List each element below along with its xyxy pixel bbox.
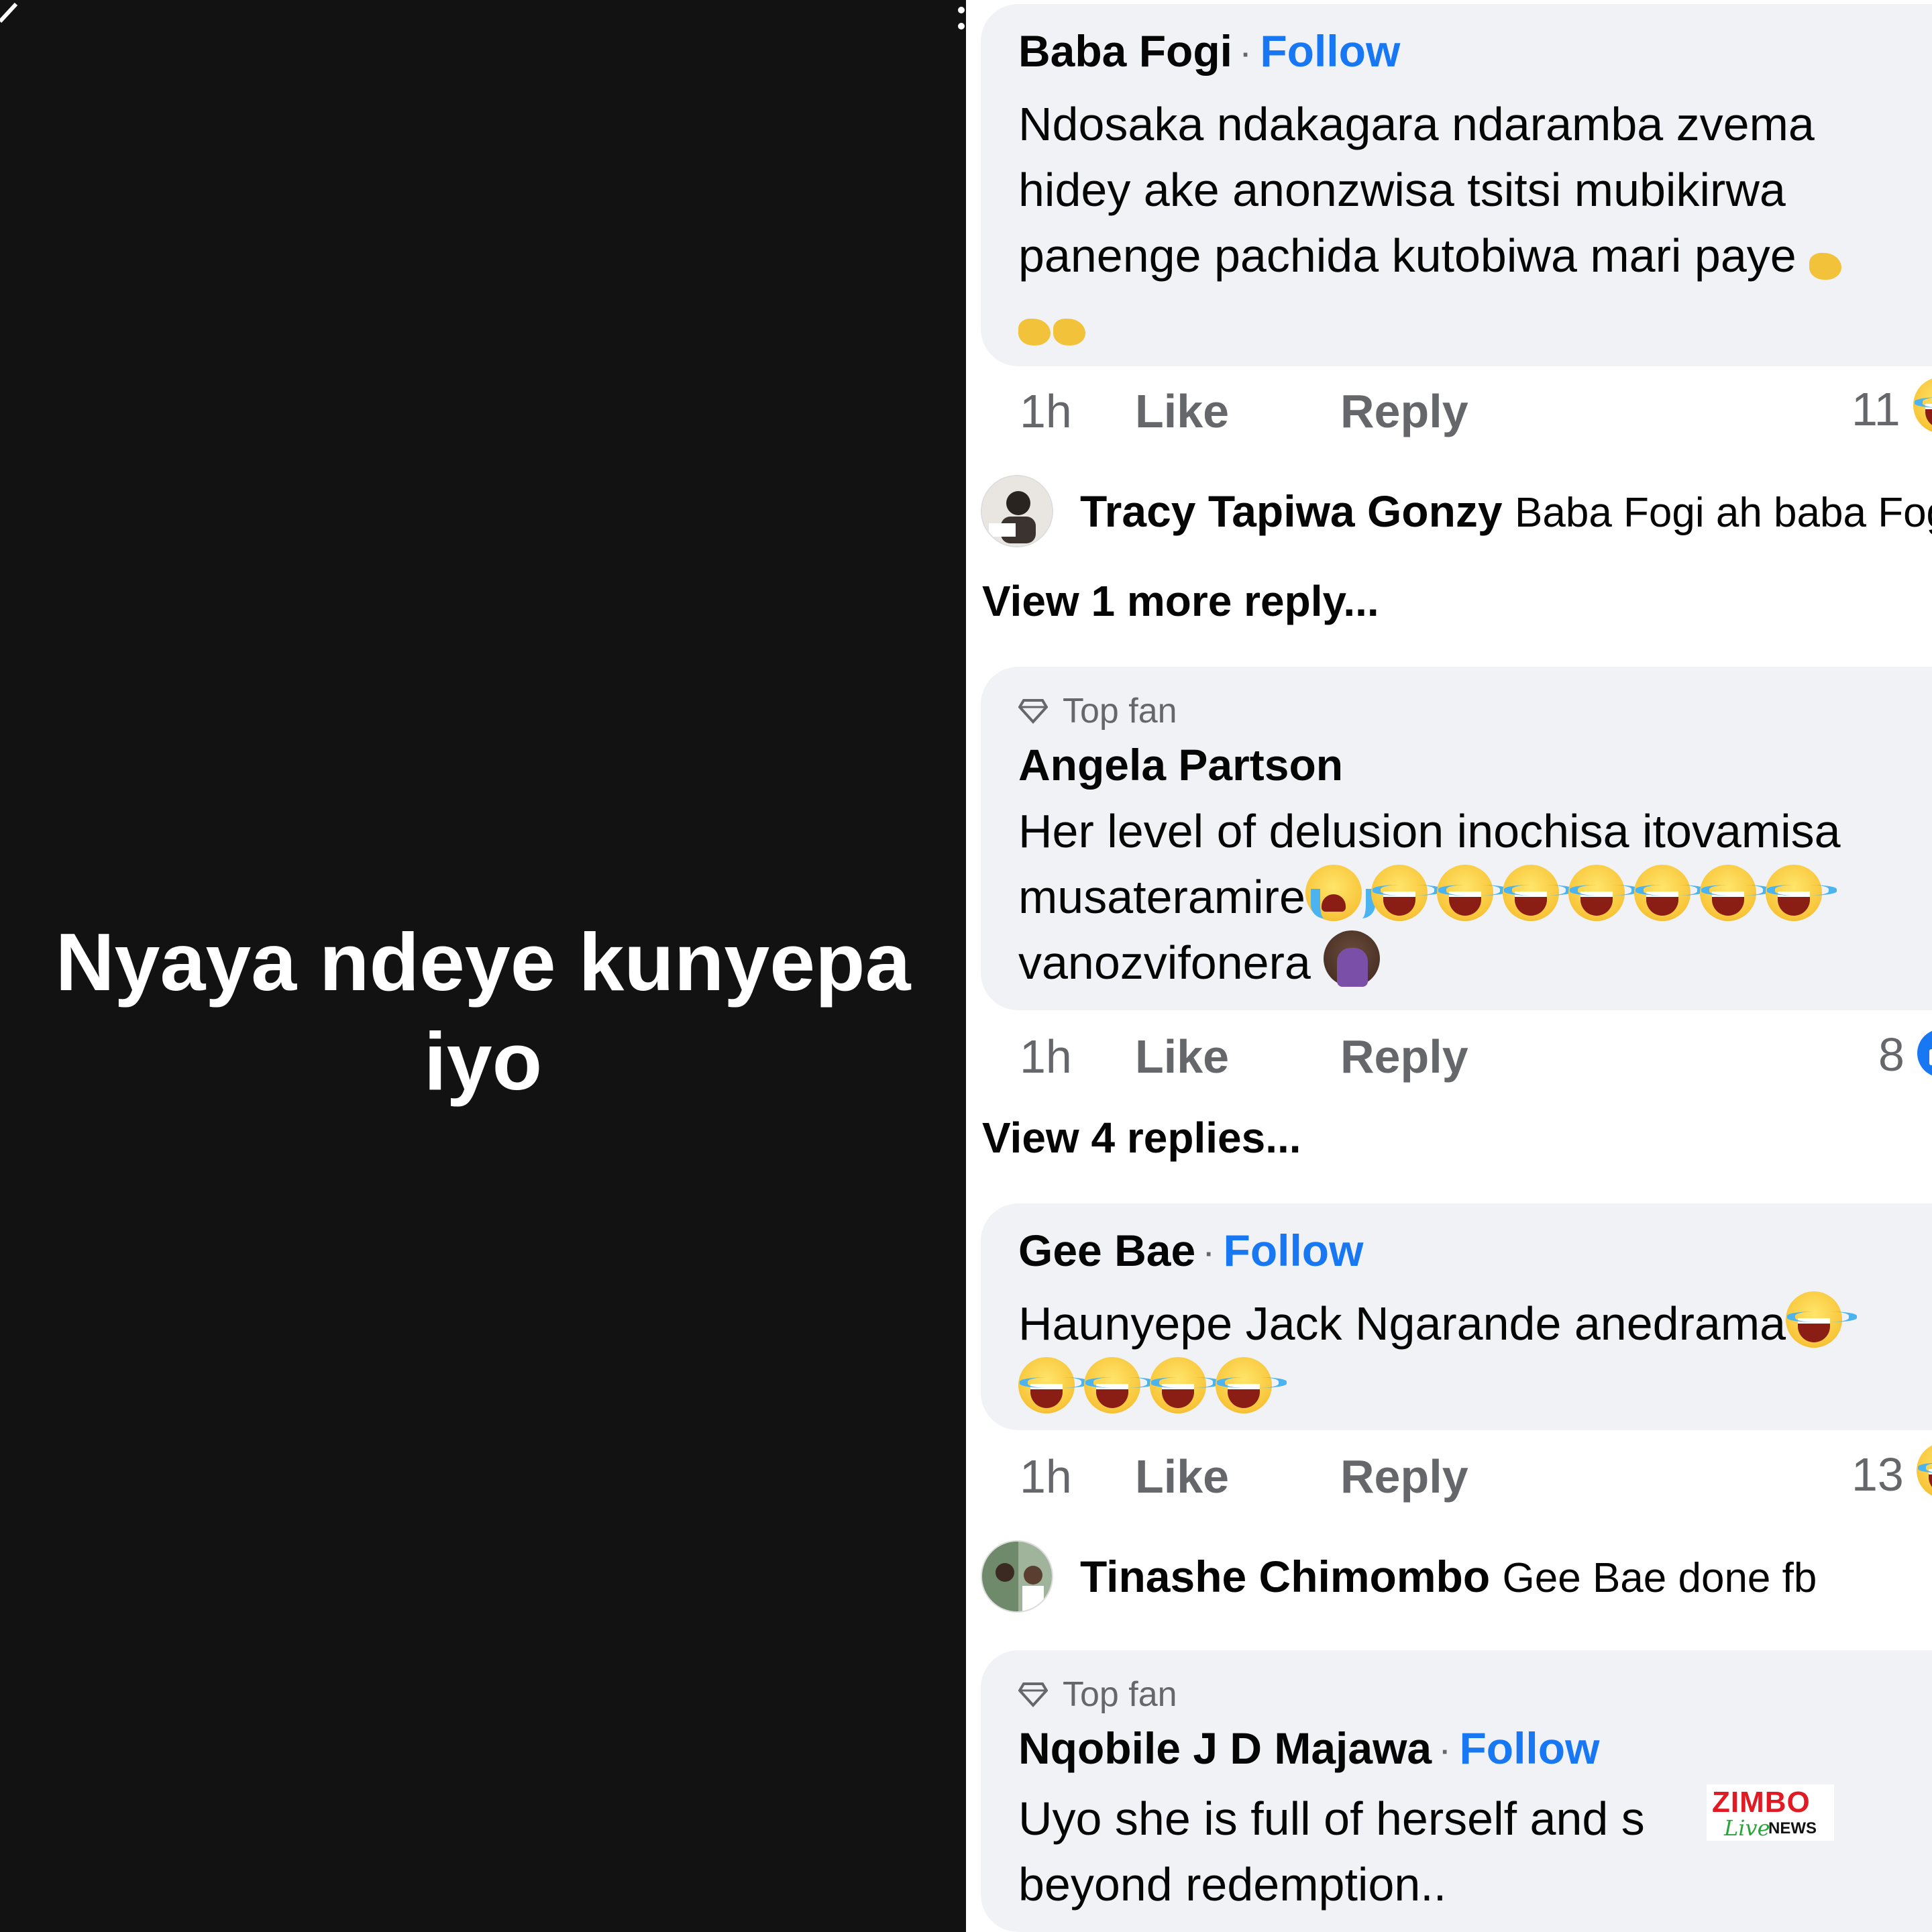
top-fan-badge: Top fan [1018, 690, 1932, 733]
comment-text: Ndosaka ndakagara ndaramba zvema hidey a… [1018, 91, 1932, 345]
separator-dot: · [1441, 1737, 1450, 1767]
like-button[interactable]: Like [1135, 1026, 1229, 1087]
comment-text: Haunyepe Jack Ngarande anedrama [1018, 1291, 1932, 1422]
reply-author-name[interactable]: Tracy Tapiwa Gonzy [1080, 486, 1503, 536]
comment-line: musateramire [1018, 864, 1932, 930]
commenter-name[interactable]: Gee Bae [1018, 1226, 1195, 1275]
haha-reaction-icon [1786, 1291, 1858, 1348]
comment-actions: 1h Like Reply 13 [1020, 1442, 1932, 1507]
zimbo-live-news-watermark: ZIMBO Live NEWS [1707, 1784, 1834, 1841]
haha-reaction-icon [1917, 1442, 1932, 1499]
comment-line: panenge pachida kutobiwa mari paye [1018, 223, 1932, 288]
haha-reaction-icon [1699, 865, 1771, 921]
clapping-emoji-icon [1018, 318, 1051, 345]
haha-reaction-icon [1371, 865, 1442, 921]
haha-reaction-icon [1568, 865, 1640, 921]
like-button[interactable]: Like [1135, 381, 1229, 441]
like-button[interactable]: Like [1135, 1446, 1229, 1507]
haha-reaction-icon [1502, 865, 1574, 921]
diamond-icon [1018, 1682, 1048, 1707]
separator-dot: · [1205, 1239, 1214, 1269]
clapping-emoji-icon [1809, 252, 1842, 280]
diamond-icon [1018, 699, 1048, 724]
follow-button[interactable]: Follow [1260, 26, 1400, 76]
more-options-icon[interactable] [958, 7, 966, 47]
commenter-name[interactable]: Angela Partson [1018, 738, 1932, 792]
reply-button[interactable]: Reply [1340, 1026, 1468, 1087]
haha-reaction-icon [1018, 1356, 1089, 1413]
story-text: Nyaya ndeye kunyepa iyo [40, 912, 926, 1111]
haha-reaction-icon [1216, 1356, 1287, 1413]
comment-time: 1h [1020, 1030, 1072, 1083]
reply-preview[interactable]: Tinashe Chimombo Gee Bae done fb [981, 1540, 1932, 1615]
comment-line: Ndosaka ndakagara ndaramba zvema [1018, 97, 1815, 150]
story-text-line2: iyo [423, 1016, 543, 1107]
clapping-emoji-icon [1053, 318, 1085, 345]
top-fan-badge: Top fan [1018, 1673, 1932, 1716]
comment-line: Her level of delusion inochisa itovamisa [1018, 805, 1841, 857]
follow-button[interactable]: Follow [1224, 1226, 1364, 1275]
comment-line [1018, 1356, 1932, 1422]
reply-author-name[interactable]: Tinashe Chimombo [1080, 1552, 1490, 1601]
comment-actions: 1h Like Reply 11 [1020, 377, 1932, 441]
haha-reaction-icon [1765, 865, 1837, 921]
comment-line: Haunyepe Jack Ngarande anedrama [1018, 1291, 1932, 1356]
story-text-line1: Nyaya ndeye kunyepa [55, 916, 911, 1008]
commenter-name[interactable]: Baba Fogi [1018, 26, 1232, 76]
reply-button[interactable]: Reply [1340, 381, 1468, 441]
reply-button[interactable]: Reply [1340, 1446, 1468, 1507]
comment-text: Her level of delusion inochisa itovamisa… [1018, 798, 1932, 996]
reply-text: Baba Fogi ah baba Fog [1515, 490, 1932, 536]
comment-bubble: Gee Bae · Follow Haunyepe Jack Ngarande an… [981, 1203, 1932, 1430]
facepalm-emoji-icon [1324, 930, 1381, 987]
avatar [981, 475, 1053, 547]
view-more-replies-link[interactable]: View 1 more reply... [982, 574, 1379, 628]
back-arrow-icon[interactable] [0, 1, 23, 42]
comment-line [1018, 288, 1932, 345]
reaction-count[interactable]: 8 [1878, 1022, 1932, 1085]
reaction-count[interactable]: 11 [1851, 377, 1932, 439]
like-reaction-icon [1917, 1029, 1932, 1077]
separator-dot: · [1242, 40, 1251, 70]
comment-bubble: Baba Fogi · Follow Ndosaka ndakagara ndara… [981, 4, 1932, 366]
haha-reaction-icon [1913, 377, 1932, 433]
comment-line: beyond redemption.. [1018, 1858, 1447, 1911]
avatar [981, 1540, 1053, 1613]
comment-time: 1h [1020, 385, 1072, 437]
comment-feed: Baba Fogi · Follow Ndosaka ndakagara ndara… [966, 0, 1932, 1932]
reply-preview[interactable]: Tracy Tapiwa Gonzy Baba Fogi ah baba Fog [981, 475, 1932, 550]
follow-button[interactable]: Follow [1459, 1723, 1599, 1773]
reaction-count[interactable]: 13 [1851, 1442, 1932, 1505]
haha-reaction-icon [1633, 865, 1705, 921]
haha-reaction-icon [1084, 1356, 1155, 1413]
crying-emoji-icon [1305, 865, 1375, 921]
view-more-replies-link[interactable]: View 4 replies... [982, 1111, 1301, 1165]
reply-text: Gee Bae done fb [1502, 1555, 1817, 1601]
haha-reaction-icon [1436, 865, 1508, 921]
story-panel: Nyaya ndeye kunyepa iyo [0, 0, 966, 1932]
comment-line: vanozvifonera [1018, 930, 1932, 996]
commenter-name[interactable]: Nqobile J D Majawa [1018, 1723, 1432, 1773]
comment-actions: 1h Like Reply 8 [1020, 1026, 1932, 1087]
comment-line: hidey ake anonzwisa tsitsi mubikirwa [1018, 163, 1786, 216]
comment-time: 1h [1020, 1450, 1072, 1503]
comment-bubble: Top fan Angela Partson Her level of delu… [981, 667, 1932, 1010]
haha-reaction-icon [1150, 1356, 1221, 1413]
